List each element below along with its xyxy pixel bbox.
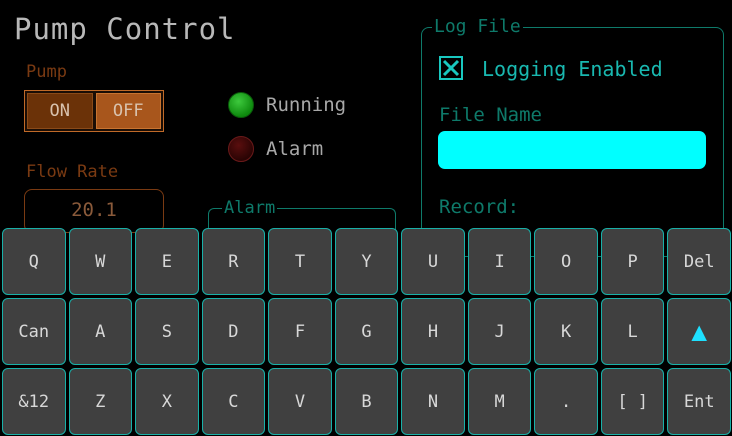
key-v[interactable]: V bbox=[268, 368, 332, 435]
key-numeric[interactable]: &12 bbox=[2, 368, 66, 435]
key-c[interactable]: C bbox=[201, 368, 266, 435]
key-p[interactable]: P bbox=[600, 228, 665, 295]
record-label: Record: bbox=[439, 196, 520, 218]
up-arrow-icon: ▲ bbox=[691, 316, 708, 347]
key-j[interactable]: J bbox=[467, 298, 532, 365]
key-o[interactable]: O bbox=[534, 228, 598, 295]
pump-off-button[interactable]: OFF bbox=[95, 93, 161, 129]
key-d[interactable]: D bbox=[201, 298, 266, 365]
file-name-input[interactable] bbox=[438, 131, 706, 169]
running-led-icon bbox=[228, 92, 254, 118]
key-z[interactable]: Z bbox=[68, 368, 133, 435]
key-del[interactable]: Del bbox=[667, 228, 731, 295]
pump-toggle[interactable]: ON OFF bbox=[24, 90, 164, 132]
page-title: Pump Control bbox=[14, 12, 236, 46]
file-name-label: File Name bbox=[439, 104, 542, 126]
logging-enabled-label: Logging Enabled bbox=[482, 57, 663, 81]
key-f[interactable]: F bbox=[268, 298, 332, 365]
alarm-indicator-label: Alarm bbox=[266, 138, 324, 160]
key-t[interactable]: T bbox=[268, 228, 332, 295]
key-y[interactable]: Y bbox=[334, 228, 399, 295]
key-w[interactable]: W bbox=[68, 228, 133, 295]
key-s[interactable]: S bbox=[135, 298, 199, 365]
key-x[interactable]: X bbox=[135, 368, 199, 435]
key-k[interactable]: K bbox=[534, 298, 598, 365]
key-q[interactable]: Q bbox=[2, 228, 66, 295]
alarm-group-legend: Alarm bbox=[222, 198, 278, 218]
key-n[interactable]: N bbox=[401, 368, 465, 435]
key-b[interactable]: B bbox=[334, 368, 399, 435]
key-i[interactable]: I bbox=[467, 228, 532, 295]
pump-label: Pump bbox=[26, 62, 67, 82]
key-u[interactable]: U bbox=[401, 228, 465, 295]
key-shift-up[interactable]: ▲ bbox=[667, 298, 731, 365]
key-e[interactable]: E bbox=[135, 228, 199, 295]
running-label: Running bbox=[266, 94, 347, 116]
key-m[interactable]: M bbox=[467, 368, 532, 435]
key-r[interactable]: R bbox=[201, 228, 266, 295]
key-h[interactable]: H bbox=[401, 298, 465, 365]
key-period[interactable]: . bbox=[534, 368, 598, 435]
flow-rate-label: Flow Rate bbox=[26, 162, 119, 182]
key-g[interactable]: G bbox=[334, 298, 399, 365]
pump-on-button[interactable]: ON bbox=[27, 93, 93, 129]
alarm-led-icon bbox=[228, 136, 254, 162]
on-screen-keyboard: Q W E R T Y U I O P Del Can A S D F G H J K L ▲ &12 Z X C V B N M.[ ]… bbox=[0, 226, 732, 436]
key-brackets[interactable]: [ ] bbox=[600, 368, 665, 435]
key-can[interactable]: Can bbox=[2, 298, 66, 365]
logging-checkbox[interactable] bbox=[439, 56, 463, 80]
checkmark-x-icon bbox=[442, 59, 460, 77]
key-ent[interactable]: Ent bbox=[667, 368, 731, 435]
log-file-legend: Log File bbox=[432, 16, 523, 37]
key-a[interactable]: A bbox=[68, 298, 133, 365]
key-l[interactable]: L bbox=[600, 298, 665, 365]
